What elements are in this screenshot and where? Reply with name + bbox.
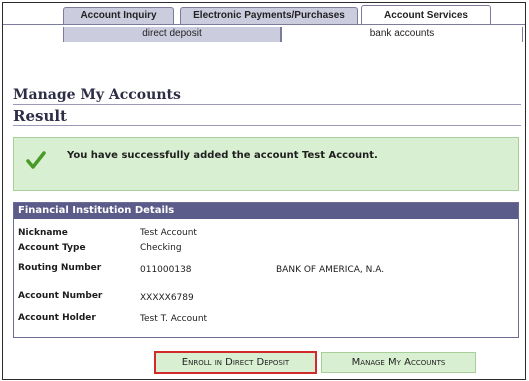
subtab-bank-accounts[interactable]: bank accounts: [281, 27, 523, 42]
success-message: You have successfully added the account …: [67, 150, 378, 161]
account-type-label: Account Type: [18, 243, 86, 253]
financial-institution-details-panel: Financial Institution Details Nickname T…: [13, 202, 519, 338]
page-frame: Account Inquiry Electronic Payments/Purc…: [2, 2, 526, 380]
enroll-button-label: Enroll in Direct Deposit: [181, 357, 290, 368]
page-subtitle: Result: [13, 107, 67, 125]
sub-tab-bar: direct deposit bank accounts: [3, 25, 525, 45]
divider: [13, 104, 521, 105]
success-message-box: You have successfully added the account …: [13, 137, 519, 191]
tab-account-inquiry[interactable]: Account Inquiry: [63, 7, 174, 24]
nickname-label: Nickname: [18, 228, 68, 238]
page-title: Manage My Accounts: [13, 87, 181, 103]
top-tab-bar: Account Inquiry Electronic Payments/Purc…: [3, 3, 525, 25]
routing-number-value: 011000138: [140, 265, 192, 275]
routing-number-label: Routing Number: [18, 263, 102, 273]
check-icon: [26, 151, 46, 169]
manage-button-label: Manage My Accounts: [351, 357, 446, 368]
account-number-label: Account Number: [18, 291, 103, 301]
panel-header: Financial Institution Details: [14, 203, 518, 219]
account-holder-value: Test T. Account: [140, 314, 208, 324]
nickname-value: Test Account: [140, 228, 197, 238]
bank-name-value: BANK OF AMERICA, N.A.: [276, 265, 385, 275]
enroll-direct-deposit-button[interactable]: Enroll in Direct Deposit: [154, 351, 317, 374]
account-type-value: Checking: [140, 243, 182, 253]
account-holder-label: Account Holder: [18, 313, 96, 323]
manage-my-accounts-button[interactable]: Manage My Accounts: [321, 352, 476, 373]
tab-electronic-payments[interactable]: Electronic Payments/Purchases: [180, 7, 358, 24]
divider: [13, 125, 521, 126]
account-number-value: XXXXX6789: [140, 293, 194, 303]
subtab-direct-deposit[interactable]: direct deposit: [63, 27, 281, 42]
tab-account-services[interactable]: Account Services: [361, 5, 491, 25]
